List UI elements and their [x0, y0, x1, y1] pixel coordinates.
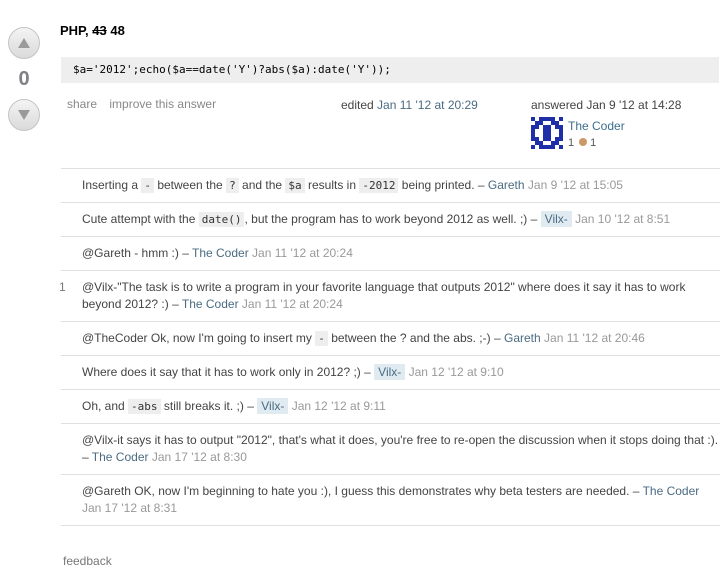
comment-text: @Vilx-it says it has to output "2012", t… [61, 424, 720, 474]
comment-body-text: and the [238, 178, 286, 192]
comment-row: @Vilx-it says it has to output "2012", t… [61, 424, 720, 475]
comment-date-link[interactable]: Jan 10 '12 at 8:51 [575, 212, 670, 226]
comment-body-text: @Gareth OK, now I'm beginning to hate yo… [82, 484, 643, 498]
comment-code: $a [285, 178, 305, 193]
comment-text: @Vilx-"The task is to write a program in… [61, 271, 720, 321]
feedback-link[interactable]: feedback [63, 554, 112, 568]
edited-date-link[interactable]: Jan 11 '12 at 20:29 [377, 98, 478, 112]
comment-date-link[interactable]: Jan 12 '12 at 9:10 [409, 365, 504, 379]
comments-list: Inserting a - between the ? and the $a r… [59, 168, 720, 526]
comment-body-text: Where does it say that it has to work on… [82, 365, 375, 379]
avatar[interactable] [531, 117, 563, 149]
comment-row: Where does it say that it has to work on… [61, 356, 720, 390]
title-new-count: 48 [106, 23, 125, 38]
answered-info: answered Jan 9 '12 at 14:28 [531, 98, 682, 112]
share-link[interactable]: share [67, 97, 97, 111]
comment-user-link[interactable]: Gareth [504, 331, 541, 345]
comment-row: Cute attempt with the date(), but the pr… [61, 203, 720, 237]
comment-text: @Gareth - hmm :) – The Coder Jan 11 '12 … [61, 237, 720, 270]
vote-count: 0 [18, 68, 30, 90]
improve-answer-link[interactable]: improve this answer [109, 97, 216, 111]
comment-text: Cute attempt with the date(), but the pr… [61, 203, 720, 236]
answer-title: PHP, 43 48 [60, 23, 125, 38]
comment-code: - [141, 178, 154, 193]
owner-reputation: 11 [568, 137, 596, 149]
comment-date-link[interactable]: Jan 9 '12 at 15:05 [528, 178, 623, 192]
comment-body-text: results in [304, 178, 360, 192]
bronze-badge-icon [579, 138, 588, 146]
comment-user-link[interactable]: The Coder [182, 297, 239, 311]
comment-date-link[interactable]: Jan 11 '12 at 20:24 [252, 246, 353, 260]
arrow-down-icon [18, 110, 30, 120]
comment-body-text: @Vilx-"The task is to write a program in… [82, 280, 686, 311]
comment-body-text: still breaks it. ;) – [160, 399, 258, 413]
title-lang: PHP, [60, 23, 93, 38]
owner-name-link[interactable]: The Coder [568, 119, 625, 133]
code-block: $a='2012';echo($a==date('Y')?abs($a):dat… [61, 57, 719, 83]
comment-body-text: @Gareth - hmm :) – [82, 246, 192, 260]
comment-code: -abs [128, 399, 161, 414]
comment-body-text: between the ? and the abs. ;-) – [327, 331, 504, 345]
downvote-button[interactable] [8, 99, 40, 131]
post-menu: share improve this answer [67, 97, 225, 111]
comment-user-link[interactable]: Vilx- [374, 364, 406, 380]
comment-user-link[interactable]: Vilx- [540, 211, 572, 227]
reputation-score: 1 [568, 137, 575, 149]
comment-text: Where does it say that it has to work on… [61, 356, 720, 389]
upvote-button[interactable] [8, 27, 40, 59]
comment-row: Inserting a - between the ? and the $a r… [61, 169, 720, 203]
comment-user-link[interactable]: Vilx- [257, 398, 289, 414]
edited-info: edited Jan 11 '12 at 20:29 [341, 98, 478, 112]
comment-code: -2012 [359, 178, 399, 193]
comment-text: @TheCoder Ok, now I'm going to insert my… [61, 322, 720, 355]
comment-body-text: Oh, and [82, 399, 129, 413]
comment-row: 1 @Vilx-"The task is to write a program i… [59, 271, 720, 322]
arrow-up-icon [18, 38, 30, 48]
comment-row: @Gareth - hmm :) – The Coder Jan 11 '12 … [61, 237, 720, 271]
comment-user-link[interactable]: The Coder [92, 450, 149, 464]
comment-date-link[interactable]: Jan 17 '12 at 8:30 [152, 450, 247, 464]
comment-user-link[interactable]: The Coder [643, 484, 700, 498]
comment-body-text: @TheCoder Ok, now I'm going to insert my [82, 331, 316, 345]
comment-body-text: , but the program has to work beyond 201… [244, 212, 541, 226]
vote-panel: 0 [6, 27, 42, 131]
title-old-count: 43 [92, 23, 107, 38]
comment-row: @Gareth OK, now I'm beginning to hate yo… [61, 475, 720, 526]
bronze-badge-count: 1 [590, 137, 597, 149]
comment-row: @TheCoder Ok, now I'm going to insert my… [61, 322, 720, 356]
comment-text: Inserting a - between the ? and the $a r… [61, 169, 720, 202]
edited-label: edited [341, 98, 378, 112]
comment-body-text: Inserting a [82, 178, 142, 192]
comment-body-text: being printed. – [398, 178, 488, 192]
comment-user-link[interactable]: The Coder [192, 246, 249, 260]
comment-row: Oh, and -abs still breaks it. ;) – Vilx-… [61, 390, 720, 424]
comment-date-link[interactable]: Jan 12 '12 at 9:11 [292, 399, 386, 413]
comment-score: 1 [59, 280, 66, 294]
comment-body-text: between the [154, 178, 227, 192]
comment-code: date() [198, 212, 245, 227]
comment-code: ? [226, 178, 239, 193]
comment-date-link[interactable]: Jan 11 '12 at 20:24 [242, 297, 343, 311]
comment-date-link[interactable]: Jan 11 '12 at 20:46 [544, 331, 645, 345]
comment-text: @Gareth OK, now I'm beginning to hate yo… [61, 475, 720, 525]
comment-text: Oh, and -abs still breaks it. ;) – Vilx-… [61, 390, 720, 423]
comment-date-link[interactable]: Jan 17 '12 at 8:31 [82, 501, 177, 515]
comment-user-link[interactable]: Gareth [488, 178, 525, 192]
comment-code: - [315, 331, 328, 346]
comment-body-text: Cute attempt with the [82, 212, 199, 226]
